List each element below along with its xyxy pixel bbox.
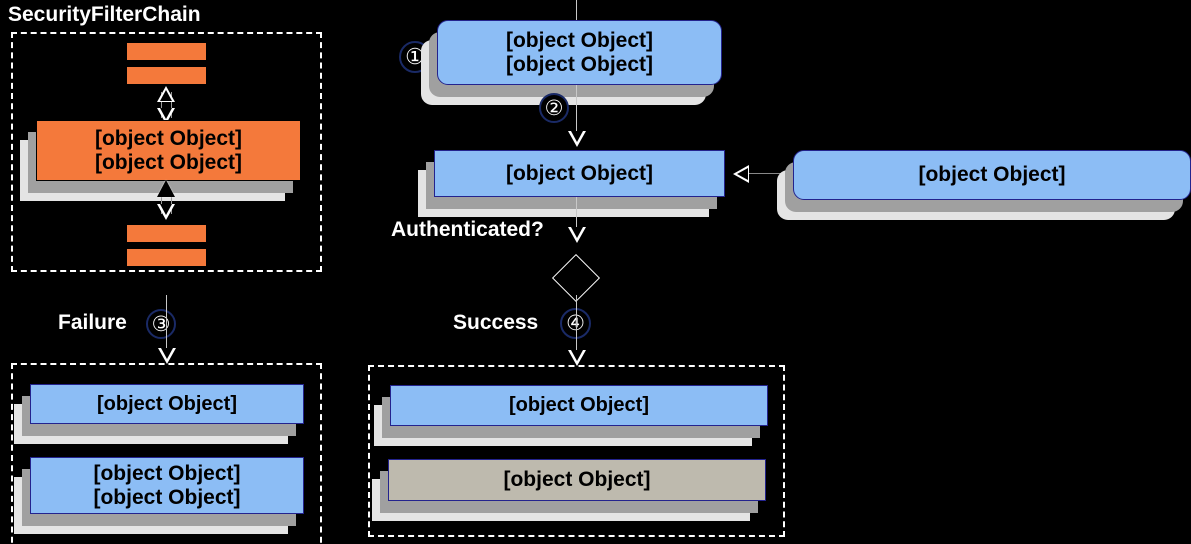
node-label-line-2: [object Object]	[93, 485, 241, 509]
node-label-line-1: [object Object]	[93, 461, 241, 485]
node-label: [object Object]	[96, 392, 237, 415]
node-security-context-holder-failure[interactable]: [object Object]	[30, 384, 304, 424]
node-label: [object Object]	[918, 163, 1066, 187]
node-security-context-holder-success[interactable]: [object Object]	[390, 385, 768, 426]
edge-token-to-manager-arrowhead	[568, 131, 586, 147]
edge-manager-to-decision-arrowhead	[568, 227, 586, 243]
node-label-line-1: [object Object]	[505, 28, 653, 52]
filter-arrow-bottom-up-arrowhead	[157, 180, 175, 197]
filter-bar-top-1	[126, 42, 207, 61]
node-label-stack: [object Object] [object Object]	[93, 462, 240, 509]
node-bearer-token-authentication-token[interactable]: [object Object] [object Object]	[437, 20, 722, 85]
node-authentication-manager-resolver[interactable]: [object Object]	[793, 150, 1191, 200]
filter-bar-bottom-1	[126, 224, 207, 243]
node-label-line-2: [object Object]	[94, 150, 242, 174]
diagram-canvas: SecurityFilterChain [object Object] [obj…	[0, 0, 1191, 544]
node-label-line-2: [object Object]	[505, 52, 653, 76]
authenticated-question-label: Authenticated?	[391, 218, 544, 241]
security-filter-chain-title: SecurityFilterChain	[8, 3, 201, 26]
success-label: Success	[453, 311, 539, 334]
filter-bar-top-2	[126, 66, 207, 85]
node-authentication-failure-handler[interactable]: [object Object] [object Object]	[30, 457, 304, 514]
node-authentication-manager[interactable]: [object Object]	[434, 150, 725, 197]
edge-token-to-manager-line	[576, 85, 577, 137]
step-number-2: ②	[539, 93, 569, 123]
step-number-1: ①	[399, 41, 431, 73]
node-bearer-token-authentication-filter[interactable]: [object Object] [object Object]	[36, 120, 301, 181]
filter-bar-bottom-2	[126, 248, 207, 267]
node-label: [object Object]	[508, 394, 649, 417]
realization-connector-line	[749, 173, 792, 174]
node-label-stack: [object Object] [object Object]	[95, 127, 242, 174]
edge-decision-to-failure-arrowhead	[158, 348, 176, 364]
node-label: [object Object]	[505, 161, 653, 185]
filter-arrow-bottom-down-arrowhead	[157, 204, 175, 220]
node-label: [object Object]	[503, 468, 651, 492]
incoming-line-top	[576, 0, 577, 21]
filter-arrow-top-up-arrowhead	[157, 86, 175, 102]
realization-arrowhead-left	[733, 165, 749, 183]
node-label-line-1: [object Object]	[94, 126, 242, 150]
node-label-stack: [object Object] [object Object]	[506, 29, 653, 76]
failure-label: Failure	[58, 311, 127, 334]
node-continue-application[interactable]: [object Object]	[388, 459, 766, 501]
edge-decision-to-success-arrowhead	[568, 350, 586, 366]
step-number-3: ③	[146, 309, 176, 339]
